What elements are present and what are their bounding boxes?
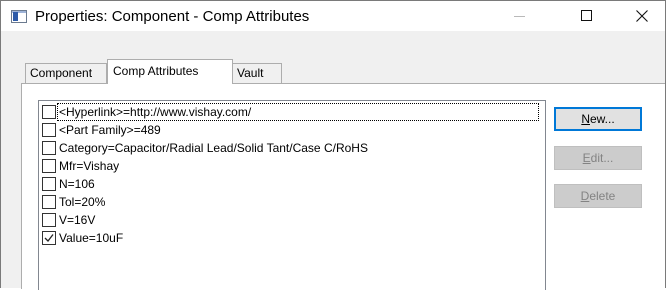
- attribute-label: <Hyperlink>=http://www.vishay.com/: [57, 103, 539, 121]
- attribute-checkbox[interactable]: [42, 141, 56, 155]
- attribute-checkbox[interactable]: [42, 231, 56, 245]
- close-button[interactable]: [619, 1, 665, 31]
- attribute-label: Tol=20%: [59, 195, 106, 209]
- attribute-label: <Part Family>=489: [59, 123, 161, 137]
- attribute-checkbox[interactable]: [42, 123, 56, 137]
- tab-label: Vault: [237, 66, 264, 80]
- new-button-mnemonic: N: [581, 112, 590, 126]
- edit-button-label: dit...: [590, 151, 614, 165]
- new-button-label: ew...: [589, 112, 615, 126]
- edit-button-mnemonic: E: [582, 151, 591, 165]
- properties-window-icon[interactable]: [11, 10, 27, 23]
- attribute-checkbox[interactable]: [42, 177, 56, 191]
- minimize-icon: [514, 16, 525, 17]
- tab-comp-attributes[interactable]: Comp Attributes: [107, 59, 233, 84]
- tab-panel-comp-attributes: <Hyperlink>=http://www.vishay.com/ <Part…: [21, 83, 665, 290]
- maximize-icon: [581, 10, 592, 21]
- attribute-checklist[interactable]: <Hyperlink>=http://www.vishay.com/ <Part…: [38, 100, 546, 290]
- delete-button-label: elete: [589, 189, 616, 203]
- close-icon: [636, 10, 648, 22]
- attribute-label: Category=Capacitor/Radial Lead/Solid Tan…: [59, 141, 368, 155]
- attribute-label: V=16V: [59, 213, 96, 227]
- window-title: Properties: Component - Comp Attributes: [35, 8, 310, 25]
- attribute-label: N=106: [59, 177, 95, 191]
- delete-button-mnemonic: D: [580, 189, 590, 203]
- edit-button[interactable]: Edit...: [554, 146, 642, 170]
- maximize-button[interactable]: [565, 1, 611, 31]
- properties-dialog: Properties: Component - Comp Attributes …: [0, 0, 666, 290]
- checkmark-icon: [44, 234, 54, 242]
- tab-label: Component: [30, 66, 93, 80]
- attribute-checkbox[interactable]: [42, 195, 56, 209]
- tab-component[interactable]: Component: [25, 63, 107, 83]
- attribute-label: Mfr=Vishay: [59, 159, 120, 173]
- tab-label: Comp Attributes: [113, 64, 199, 78]
- attribute-checkbox[interactable]: [42, 213, 56, 227]
- attribute-checkbox[interactable]: [42, 105, 56, 119]
- new-button[interactable]: New...: [554, 107, 642, 131]
- minimize-button[interactable]: [497, 1, 543, 31]
- tab-vault[interactable]: Vault: [232, 63, 282, 83]
- delete-button[interactable]: Delete: [554, 184, 642, 208]
- attribute-checkbox[interactable]: [42, 159, 56, 173]
- attribute-label: Value=10uF: [59, 231, 124, 245]
- title-bar[interactable]: Properties: Component - Comp Attributes: [1, 1, 665, 31]
